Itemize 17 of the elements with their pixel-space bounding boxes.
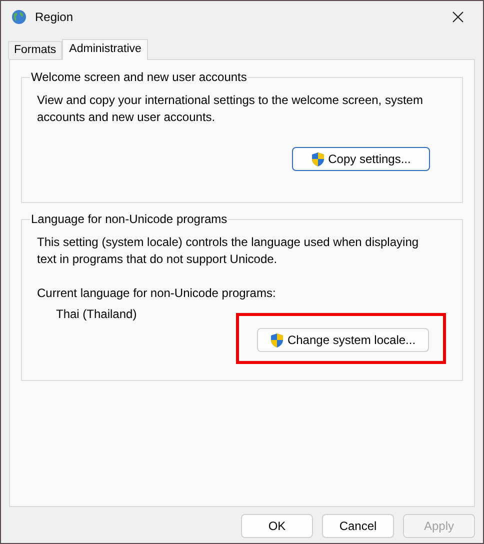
globe-icon [11,9,27,25]
shield-icon [270,332,284,348]
window-title: Region [35,10,74,24]
dialog-button[interactable]: Cancel [322,514,394,538]
shield-button[interactable]: Copy settings... [292,147,430,171]
group-title: Language for non-Unicode programs [30,212,228,226]
shield-icon [311,152,326,166]
shield-button[interactable]: Change system locale... [257,328,429,352]
tab[interactable]: Formats [8,41,62,59]
close-icon [452,11,464,23]
locale-value: Thai (Thailand) [56,307,138,321]
description: View and copy your international settings to the welcome screen, system accounts and new user accounts. [37,92,424,126]
tab[interactable]: Administrative [62,39,148,60]
dialog-button[interactable]: OK [241,514,313,538]
field-label: Current language for non-Unicode programs: [37,286,277,300]
description: This setting (system locale) controls the language used when displaying text in programs that do not support Unicode. [37,234,420,268]
group-title: Welcome screen and new user accounts [30,70,248,84]
